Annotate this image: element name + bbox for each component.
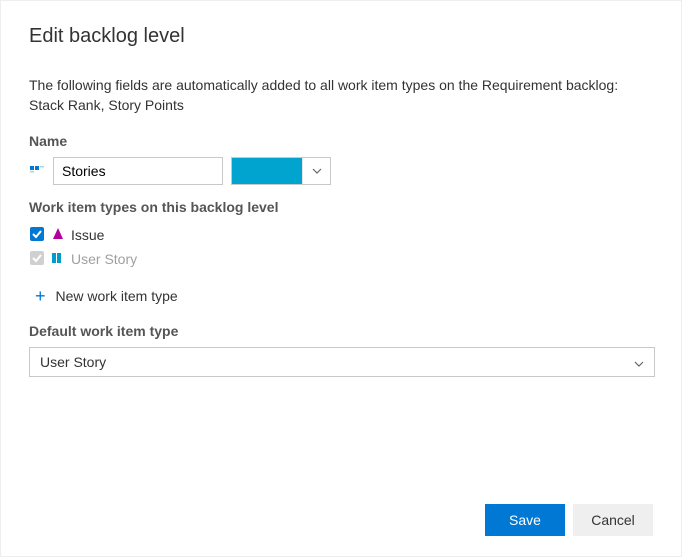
- dialog-footer: Save Cancel: [485, 504, 653, 536]
- color-swatch: [232, 158, 302, 184]
- dialog-title: Edit backlog level: [29, 25, 653, 48]
- name-input[interactable]: [53, 157, 223, 185]
- name-label: Name: [29, 133, 653, 149]
- name-row: [29, 157, 653, 185]
- save-button[interactable]: Save: [485, 504, 565, 536]
- work-item-type-row: Issue: [29, 223, 653, 247]
- work-item-type-label: User Story: [71, 251, 137, 267]
- chevron-down-icon: [634, 354, 644, 370]
- chevron-down-icon[interactable]: [302, 158, 330, 184]
- work-item-type-list: Issue User Story: [29, 223, 653, 271]
- plus-icon: +: [35, 287, 46, 305]
- work-item-type-label: Issue: [71, 227, 104, 243]
- new-work-item-type-button[interactable]: + New work item type: [29, 277, 653, 323]
- edit-backlog-level-dialog: Edit backlog level The following fields …: [1, 1, 681, 377]
- work-item-type-row: User Story: [29, 247, 653, 271]
- work-item-types-label: Work item types on this backlog level: [29, 199, 653, 215]
- issue-icon: [51, 227, 65, 244]
- new-work-item-type-label: New work item type: [56, 288, 178, 304]
- default-type-select[interactable]: User Story: [29, 347, 655, 377]
- cancel-button[interactable]: Cancel: [573, 504, 653, 536]
- default-type-value: User Story: [40, 354, 106, 370]
- checkbox-icon[interactable]: [29, 226, 45, 245]
- user-story-icon: [51, 251, 65, 268]
- checkbox-icon: [29, 250, 45, 269]
- default-type-label: Default work item type: [29, 323, 653, 339]
- backlog-level-icon: [29, 163, 45, 179]
- dialog-description: The following fields are automatically a…: [29, 76, 653, 115]
- color-picker[interactable]: [231, 157, 331, 185]
